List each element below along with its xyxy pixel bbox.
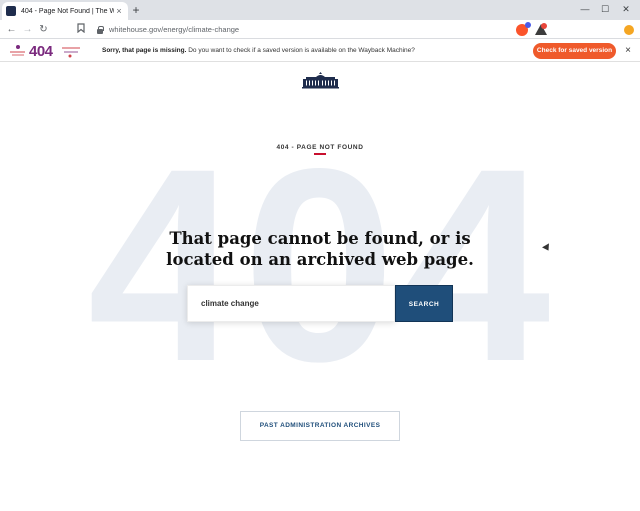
wayback-message-text: Do you want to check if a saved version … (188, 47, 415, 54)
tab-title: 404 - Page Not Found | The White (21, 7, 114, 15)
tab-strip: 404 - Page Not Found | The White × + — ☐… (0, 0, 640, 20)
wayback-close-icon[interactable]: × (623, 45, 633, 57)
wayback-message-strong: Sorry, that page is missing. (102, 47, 187, 54)
check-saved-version-button[interactable]: Check for saved version (533, 43, 616, 59)
past-administration-archives-button[interactable]: PAST ADMINISTRATION ARCHIVES (240, 411, 400, 441)
white-house-logo-icon[interactable] (302, 71, 339, 89)
minimize-button[interactable]: — (578, 2, 592, 16)
back-icon[interactable]: ← (5, 23, 18, 36)
page-title: That page cannot be found, or is located… (166, 229, 474, 269)
rewards-badge (541, 23, 547, 29)
lock-icon (96, 25, 104, 34)
search-input[interactable]: climate change (187, 285, 395, 322)
bookmark-icon[interactable] (74, 23, 87, 36)
forward-icon[interactable]: → (21, 23, 34, 36)
tab-close-icon[interactable]: × (114, 6, 124, 16)
kicker-rule (314, 153, 326, 155)
browser-tab[interactable]: 404 - Page Not Found | The White × (2, 2, 128, 20)
search-button[interactable]: SEARCH (395, 285, 453, 322)
browser-toolbar: ← → ↻ whitehouse.gov/energy/climate-chan… (0, 20, 640, 39)
maximize-button[interactable]: ☐ (598, 2, 612, 16)
close-window-button[interactable]: ✕ (619, 2, 633, 16)
whitehouse-favicon-icon (6, 6, 16, 16)
profile-menu-icon[interactable] (624, 25, 634, 35)
wayback-logo-text: 404 (29, 43, 53, 60)
url-text: whitehouse.gov/energy/climate-change (109, 25, 240, 34)
wayback-logo: 404 (10, 43, 82, 60)
search-input-value: climate change (201, 299, 259, 308)
brave-badge (525, 22, 531, 28)
reload-icon[interactable]: ↻ (37, 23, 50, 36)
new-tab-button[interactable]: + (130, 4, 142, 16)
wayback-message: Sorry, that page is missing. Do you want… (102, 40, 415, 62)
page-kicker: 404 - PAGE NOT FOUND (276, 144, 364, 151)
wayback-banner: 404 Sorry, that page is missing. Do you … (0, 40, 640, 62)
address-bar[interactable]: whitehouse.gov/energy/climate-change (92, 22, 507, 37)
brave-shields-icon[interactable] (516, 22, 531, 36)
